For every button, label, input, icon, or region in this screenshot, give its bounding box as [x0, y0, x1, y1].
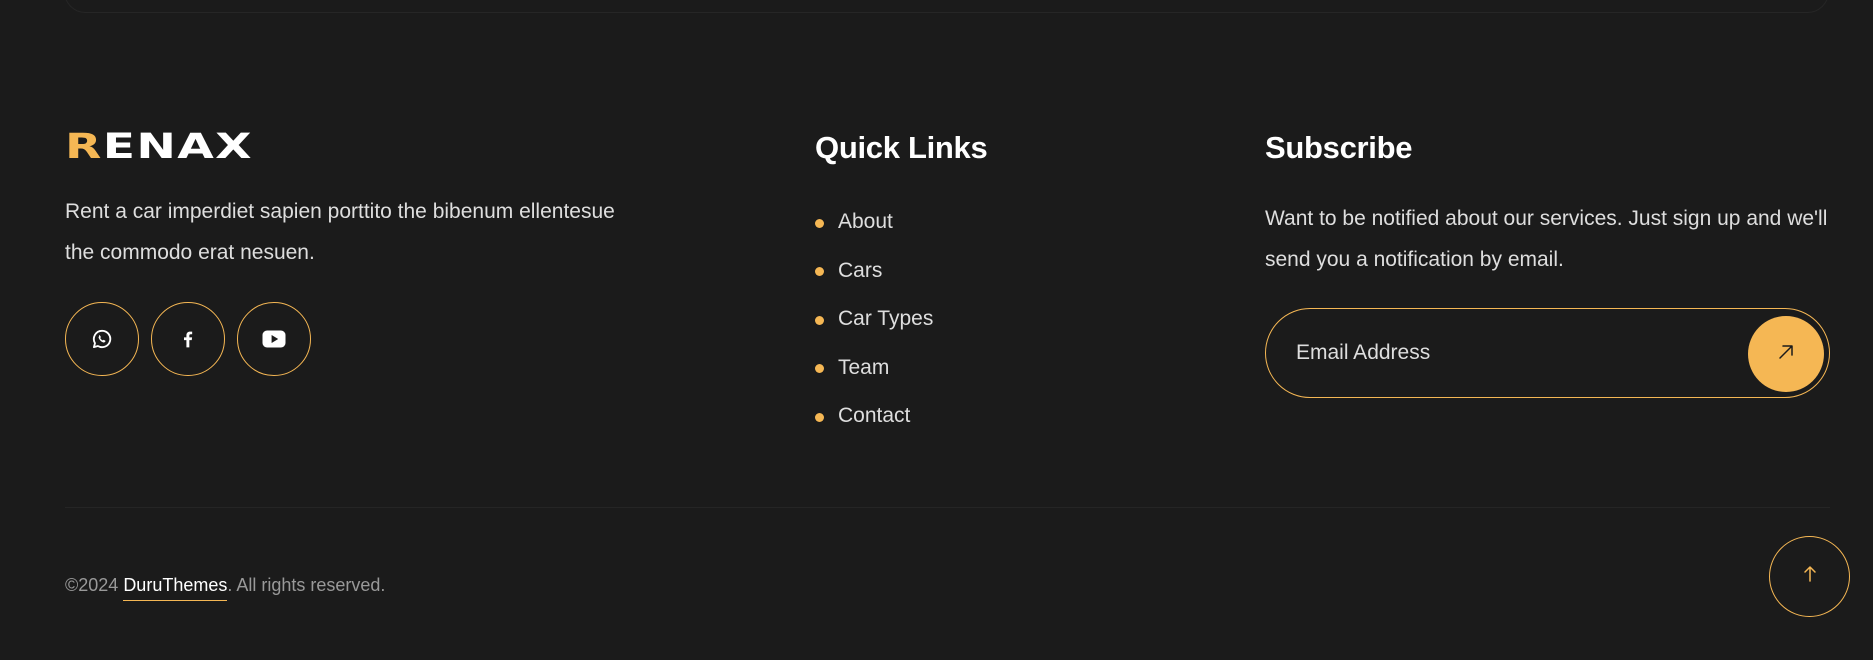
scroll-to-top-button[interactable] — [1769, 536, 1850, 617]
social-links — [65, 302, 311, 376]
bullet-dot — [815, 218, 824, 228]
quick-link-about[interactable]: About — [815, 198, 933, 247]
quick-links-title: Quick Links — [815, 130, 988, 165]
whatsapp-button[interactable] — [65, 302, 139, 376]
logo-letter-accent: R — [65, 127, 103, 167]
quick-link-cars[interactable]: Cars — [815, 247, 933, 296]
quick-link-contact[interactable]: Contact — [815, 392, 933, 441]
quick-links-list: About Cars Car Types Team Contact — [815, 198, 933, 441]
footer-divider — [65, 507, 1830, 508]
subscribe-form — [1265, 308, 1830, 398]
quick-link-label: Car Types — [838, 307, 934, 331]
arrow-up-icon — [1802, 565, 1818, 588]
subscribe-title: Subscribe — [1265, 130, 1413, 165]
copyright-brand-link[interactable]: DuruThemes — [123, 573, 228, 601]
quick-link-label: Contact — [838, 404, 911, 428]
copyright-prefix: ©2024 — [65, 575, 124, 595]
subscribe-submit-button[interactable] — [1748, 316, 1824, 392]
whatsapp-icon — [92, 329, 112, 349]
email-input[interactable] — [1296, 309, 1696, 397]
bullet-dot — [815, 315, 824, 325]
copyright-text: ©2024 DuruThemes. All rights reserved. — [65, 573, 385, 601]
logo-text: ENAX — [102, 127, 253, 167]
previous-section-card-edge — [64, 0, 1829, 13]
brand-description: Rent a car imperdiet sapien porttito the… — [65, 200, 615, 264]
youtube-button[interactable] — [237, 302, 311, 376]
quick-link-car-types[interactable]: Car Types — [815, 295, 933, 344]
copyright-suffix: . All rights reserved. — [227, 575, 386, 595]
bullet-dot — [815, 364, 824, 374]
bullet-dot — [815, 412, 824, 422]
arrow-up-right-icon — [1776, 342, 1796, 367]
quick-link-label: Cars — [838, 258, 883, 282]
quick-link-label: About — [838, 210, 893, 234]
bullet-dot — [815, 267, 824, 277]
quick-link-team[interactable]: Team — [815, 344, 933, 393]
site-logo[interactable]: R ENAX — [65, 127, 253, 167]
facebook-button[interactable] — [151, 302, 225, 376]
quick-link-label: Team — [838, 355, 890, 379]
facebook-icon — [178, 328, 198, 350]
subscribe-description: Want to be notified about our services. … — [1265, 207, 1828, 271]
youtube-icon — [262, 330, 286, 348]
